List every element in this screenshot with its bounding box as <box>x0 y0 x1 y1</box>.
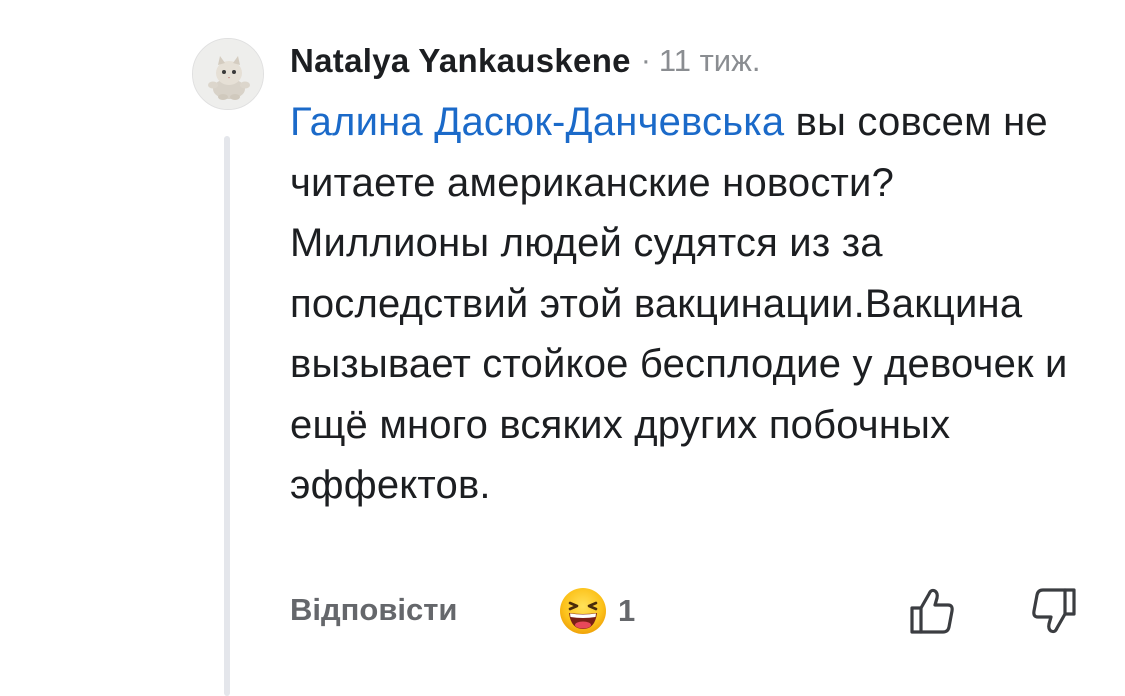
reaction-summary[interactable]: 1 <box>558 586 635 636</box>
thread-line <box>224 136 230 696</box>
grinning-face-emoji-icon <box>560 588 606 634</box>
comment-body: Галина Дасюк-Данчевська вы совсем не чит… <box>290 92 1090 516</box>
like-button[interactable] <box>906 584 960 638</box>
avatar[interactable] <box>192 38 264 110</box>
comment-timestamp[interactable]: 11 тиж. <box>659 43 761 79</box>
comment-actions: Відповісти 1 <box>290 582 1090 642</box>
reply-button[interactable]: Відповісти <box>290 592 458 628</box>
thumbs-up-icon <box>910 588 954 634</box>
comment-header: Natalya Yankauskene · 11 тиж. <box>290 38 760 84</box>
thumbs-down-icon <box>1032 588 1076 634</box>
meta-separator: · <box>640 44 651 77</box>
comment-text: вы совсем не читаете американские новост… <box>290 100 1068 507</box>
author-name[interactable]: Natalya Yankauskene <box>290 42 631 80</box>
mention-link[interactable]: Галина Дасюк-Данчевська <box>290 100 784 144</box>
reaction-count: 1 <box>618 593 636 628</box>
dislike-button[interactable] <box>1026 584 1080 638</box>
avatar-cat-icon <box>193 39 263 109</box>
